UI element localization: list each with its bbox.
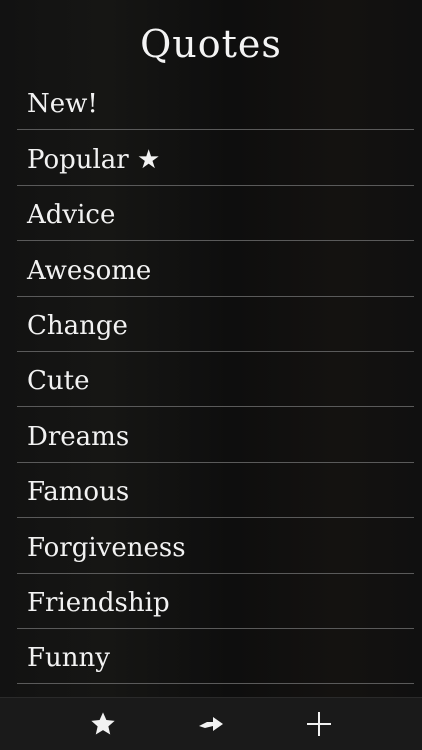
add-quote-button[interactable] <box>289 698 349 750</box>
category-item-awesome[interactable]: Awesome <box>17 241 414 297</box>
bottom-toolbar <box>0 697 422 750</box>
forward-arrow-icon <box>199 717 223 731</box>
category-label: Friendship <box>27 587 170 618</box>
category-item-cute[interactable]: Cute <box>17 352 414 408</box>
category-label: Cute <box>27 366 90 397</box>
category-label: Forgiveness <box>27 532 186 563</box>
category-label: New! <box>27 89 98 120</box>
quotes-screen: Quotes New! Popular ★ Advice Awesome Cha… <box>0 0 422 750</box>
category-label: Funny <box>27 643 110 674</box>
category-item-popular[interactable]: Popular ★ <box>17 130 414 186</box>
category-label: Advice <box>27 200 116 231</box>
category-item-forgiveness[interactable]: Forgiveness <box>17 518 414 574</box>
category-label: Awesome <box>27 255 152 286</box>
page-title: Quotes <box>140 22 282 66</box>
share-button[interactable] <box>181 698 241 750</box>
category-item-famous[interactable]: Famous <box>17 463 414 519</box>
category-item-friendship[interactable]: Friendship <box>17 574 414 629</box>
category-item-dreams[interactable]: Dreams <box>17 407 414 463</box>
category-item-advice[interactable]: Advice <box>17 186 414 242</box>
category-item-new[interactable]: New! <box>17 75 414 131</box>
category-item-funny[interactable]: Funny <box>17 629 414 685</box>
category-label: Change <box>27 310 128 341</box>
favorites-button[interactable] <box>73 698 133 750</box>
category-list: New! Popular ★ Advice Awesome Change Cut… <box>17 75 414 685</box>
star-icon <box>91 712 115 735</box>
category-item-change[interactable]: Change <box>17 297 414 352</box>
plus-icon <box>307 712 331 736</box>
category-label: Popular ★ <box>27 144 161 175</box>
category-label: Dreams <box>27 421 130 452</box>
category-label: Famous <box>27 477 130 508</box>
